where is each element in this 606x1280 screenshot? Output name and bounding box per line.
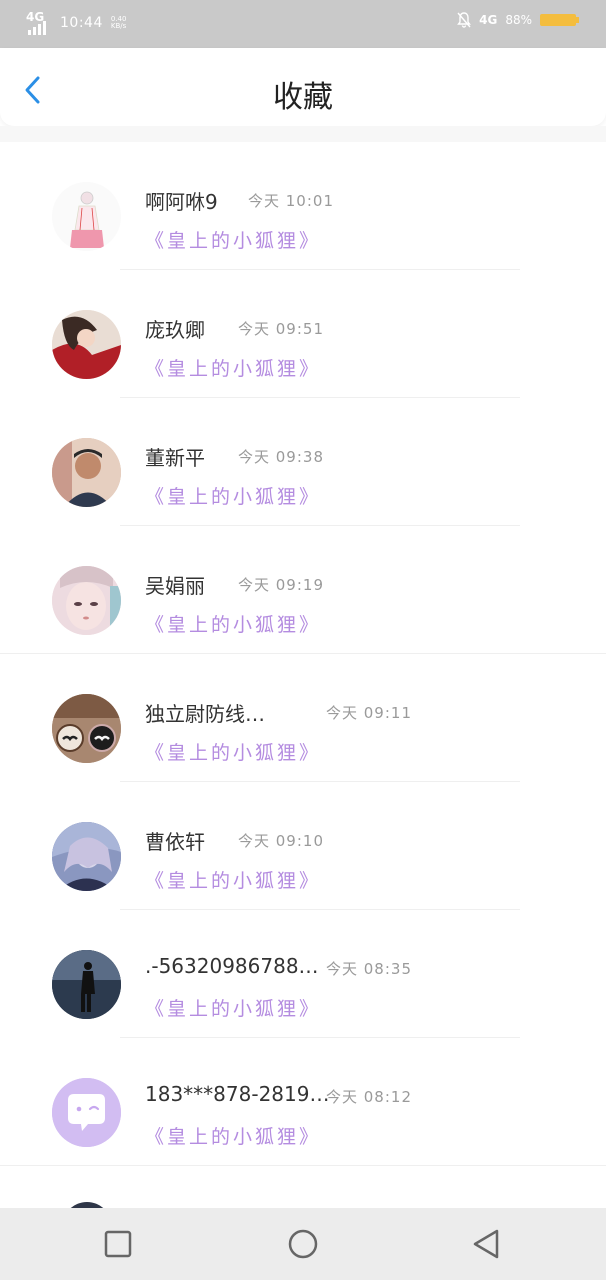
favorite-title: 《皇上的小狐狸》 (145, 230, 322, 252)
contact-name: .-56320986788… (145, 954, 319, 978)
list-item[interactable]: 183***878-2819… 今天 08:12 《皇上的小狐狸》 (0, 1038, 606, 1166)
list-item[interactable]: 曹依轩 今天 09:10 《皇上的小狐狸》 (0, 782, 606, 910)
favorite-title: 《皇上的小狐狸》 (145, 870, 322, 892)
contact-name: 曹依轩 (145, 830, 205, 854)
contact-name: 独立尉防线… (145, 702, 265, 726)
favorite-title: 《皇上的小狐狸》 (145, 742, 322, 764)
timestamp: 今天 09:11 (326, 704, 412, 722)
timestamp: 今天 09:19 (238, 576, 324, 594)
avatar[interactable] (52, 1078, 121, 1147)
avatar[interactable] (52, 694, 121, 763)
bell-muted-icon (457, 12, 472, 28)
avatar[interactable] (52, 566, 121, 635)
timestamp: 今天 09:51 (238, 320, 324, 338)
avatar-image (52, 694, 121, 763)
avatar-image (52, 950, 121, 1019)
list-item[interactable]: 庞玖卿 今天 09:51 《皇上的小狐狸》 (0, 270, 606, 398)
contact-name: 啊阿咻9 (145, 190, 218, 214)
list-item[interactable]: 董新平 今天 09:38 《皇上的小狐狸》 (0, 398, 606, 526)
avatar[interactable] (52, 182, 121, 251)
divider (0, 1165, 606, 1166)
avatar[interactable] (52, 950, 121, 1019)
header-separator (0, 126, 606, 142)
clock: 10:44 (60, 15, 103, 31)
timestamp: 今天 10:01 (248, 192, 334, 210)
signal-indicator: 4G (26, 11, 52, 35)
favorite-title: 《皇上的小狐狸》 (145, 486, 322, 508)
avatar[interactable] (52, 822, 121, 891)
contact-name: 吴娟丽 (145, 574, 205, 598)
network-type-label: 4G (479, 13, 498, 27)
timestamp: 今天 09:10 (238, 832, 324, 850)
list-item[interactable]: 啊阿咻9 今天 10:01 《皇上的小狐狸》 (0, 142, 606, 270)
avatar-image (52, 566, 121, 635)
system-nav-bar (0, 1208, 606, 1280)
page-title: 收藏 (273, 80, 333, 115)
list-item[interactable]: 独立尉防线… 今天 09:11 《皇上的小狐狸》 (0, 654, 606, 782)
circle-icon[interactable] (287, 1228, 319, 1260)
avatar-image (70, 191, 104, 248)
avatar[interactable] (52, 310, 121, 379)
contact-name: 庞玖卿 (145, 318, 205, 342)
network-speed: 0.40 KB/s (110, 15, 127, 30)
timestamp: 今天 09:38 (238, 448, 324, 466)
avatar-image (52, 822, 121, 891)
header-bar: 收藏 (0, 48, 606, 126)
contact-name: 183***878-2819… (145, 1082, 330, 1106)
battery-icon (540, 14, 579, 26)
signal-icon (28, 21, 46, 35)
avatar[interactable] (52, 438, 121, 507)
timestamp: 今天 08:12 (326, 1088, 412, 1106)
square-icon[interactable] (102, 1228, 134, 1260)
triangle-back-icon[interactable] (470, 1228, 502, 1260)
list-item[interactable]: 吴娟丽 今天 09:19 《皇上的小狐狸》 (0, 526, 606, 654)
avatar-image (52, 438, 121, 507)
battery-percent: 88% (505, 13, 532, 27)
list-item[interactable]: .-56320986788… 今天 08:35 《皇上的小狐狸》 (0, 910, 606, 1038)
avatar-image (52, 310, 121, 379)
favorite-title: 《皇上的小狐狸》 (145, 1126, 322, 1148)
timestamp: 今天 08:35 (326, 960, 412, 978)
chat-bubble-icon (52, 1078, 121, 1147)
status-bar: 4G 10:44 0.40 KB/s 4G 88% (0, 0, 606, 48)
favorites-list: 啊阿咻9 今天 10:01 《皇上的小狐狸》 庞玖卿 今天 09:51 《皇上的… (0, 142, 606, 1208)
favorite-title: 《皇上的小狐狸》 (145, 358, 322, 380)
favorite-title: 《皇上的小狐狸》 (145, 998, 322, 1020)
favorite-title: 《皇上的小狐狸》 (145, 614, 322, 636)
contact-name: 董新平 (145, 446, 205, 470)
